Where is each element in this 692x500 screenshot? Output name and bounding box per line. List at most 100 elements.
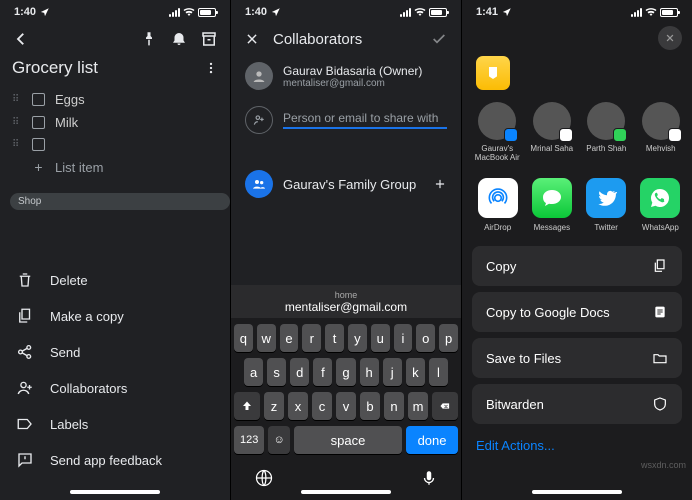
menu-labels[interactable]: Labels (0, 406, 230, 442)
action-save-files[interactable]: Save to Files (472, 338, 682, 378)
globe-icon[interactable] (254, 468, 274, 488)
key-q[interactable]: q (234, 324, 253, 352)
edit-actions-link[interactable]: Edit Actions... (462, 430, 692, 461)
list-item-empty[interactable]: ⠿ (12, 134, 218, 155)
key-f[interactable]: f (313, 358, 332, 386)
archive-icon[interactable] (200, 30, 218, 48)
key-j[interactable]: j (383, 358, 402, 386)
app-twitter[interactable]: Twitter (583, 178, 630, 232)
key-i[interactable]: i (394, 324, 413, 352)
pin-icon[interactable] (140, 30, 158, 48)
owner-name: Gaurav Bidasaria (Owner) (283, 64, 447, 78)
contact[interactable]: Gaurav's MacBook Air (474, 102, 521, 162)
menu-send[interactable]: Send (0, 334, 230, 370)
person-add-icon (245, 106, 273, 134)
location-icon (40, 7, 50, 17)
checkbox[interactable] (32, 93, 45, 106)
keyboard: qwertyuiop asdfghjkl zxcvbnm 123 ☺ space… (231, 318, 461, 500)
key-n[interactable]: n (384, 392, 404, 420)
key-m[interactable]: m (408, 392, 428, 420)
home-indicator[interactable] (301, 490, 391, 494)
key-b[interactable]: b (360, 392, 380, 420)
add-person-row[interactable]: Person or email to share with (231, 98, 461, 142)
drag-icon[interactable]: ⠿ (12, 94, 22, 105)
key-z[interactable]: z (264, 392, 284, 420)
label-chip[interactable]: Shop (10, 193, 230, 210)
avatar (533, 102, 571, 140)
key-w[interactable]: w (257, 324, 276, 352)
doc-icon (652, 304, 668, 320)
key-y[interactable]: y (348, 324, 367, 352)
more-icon[interactable] (204, 59, 218, 77)
backspace-key[interactable] (432, 392, 458, 420)
space-key[interactable]: space (294, 426, 402, 454)
clock: 1:40 (14, 6, 36, 18)
close-button[interactable] (658, 26, 682, 50)
key-s[interactable]: s (267, 358, 286, 386)
key-h[interactable]: h (360, 358, 379, 386)
key-k[interactable]: k (406, 358, 425, 386)
screen-collaborators: 1:40 Collaborators Gaurav Bidasaria (Own… (230, 0, 462, 500)
add-icon[interactable] (433, 175, 447, 193)
reminder-icon[interactable] (170, 30, 188, 48)
menu-copy[interactable]: Make a copy (0, 298, 230, 334)
key-a[interactable]: a (244, 358, 263, 386)
signal-icon (169, 8, 180, 17)
app-whatsapp[interactable]: WhatsApp (637, 178, 684, 232)
key-t[interactable]: t (325, 324, 344, 352)
key-d[interactable]: d (290, 358, 309, 386)
mic-icon[interactable] (420, 468, 438, 488)
checkbox[interactable] (32, 138, 45, 151)
key-u[interactable]: u (371, 324, 390, 352)
key-o[interactable]: o (416, 324, 435, 352)
copy-icon (16, 307, 34, 325)
location-icon (271, 7, 281, 17)
key-g[interactable]: g (336, 358, 355, 386)
done-key[interactable]: done (406, 426, 458, 454)
menu-feedback[interactable]: Send app feedback (0, 442, 230, 478)
list-item[interactable]: ⠿Milk (12, 111, 218, 134)
key-e[interactable]: e (280, 324, 299, 352)
save-icon[interactable] (431, 30, 447, 48)
key-l[interactable]: l (429, 358, 448, 386)
list-item[interactable]: ⠿Eggs (12, 88, 218, 111)
shift-key[interactable] (234, 392, 260, 420)
wifi-icon (645, 6, 657, 18)
menu-collaborators[interactable]: Collaborators (0, 370, 230, 406)
home-indicator[interactable] (532, 490, 622, 494)
share-input[interactable]: Person or email to share with (283, 111, 447, 129)
page-title: Grocery list (12, 58, 98, 78)
group-row[interactable]: Gaurav's Family Group (231, 162, 461, 206)
menu-delete[interactable]: Delete (0, 262, 230, 298)
contact[interactable]: Parth Shah (583, 102, 630, 162)
battery-icon (198, 8, 216, 17)
home-indicator[interactable] (70, 490, 160, 494)
add-item-row[interactable]: +List item (12, 155, 218, 179)
app-messages[interactable]: Messages (528, 178, 575, 232)
action-google-docs[interactable]: Copy to Google Docs (472, 292, 682, 332)
action-bitwarden[interactable]: Bitwarden (472, 384, 682, 424)
keyboard-area: home mentaliser@gmail.com qwertyuiop asd… (231, 285, 461, 500)
close-icon[interactable] (245, 30, 259, 48)
app-airdrop[interactable]: AirDrop (474, 178, 521, 232)
battery-icon (660, 8, 678, 17)
drag-icon[interactable]: ⠿ (12, 117, 22, 128)
emoji-key[interactable]: ☺ (268, 426, 290, 454)
contact[interactable]: Mehvish (638, 102, 685, 162)
key-x[interactable]: x (288, 392, 308, 420)
key-r[interactable]: r (302, 324, 321, 352)
numbers-key[interactable]: 123 (234, 426, 264, 454)
key-p[interactable]: p (439, 324, 458, 352)
location-icon (502, 7, 512, 17)
key-v[interactable]: v (336, 392, 356, 420)
drag-icon[interactable]: ⠿ (12, 139, 22, 150)
share-apps-row: AirDrop Messages Twitter WhatsApp (462, 172, 692, 246)
action-copy[interactable]: Copy (472, 246, 682, 286)
checkbox[interactable] (32, 116, 45, 129)
avatar (642, 102, 680, 140)
key-c[interactable]: c (312, 392, 332, 420)
group-icon (245, 170, 273, 198)
back-icon[interactable] (12, 30, 30, 48)
autocomplete-suggestion[interactable]: home mentaliser@gmail.com (231, 285, 461, 318)
contact[interactable]: Mrinal Saha (529, 102, 576, 162)
